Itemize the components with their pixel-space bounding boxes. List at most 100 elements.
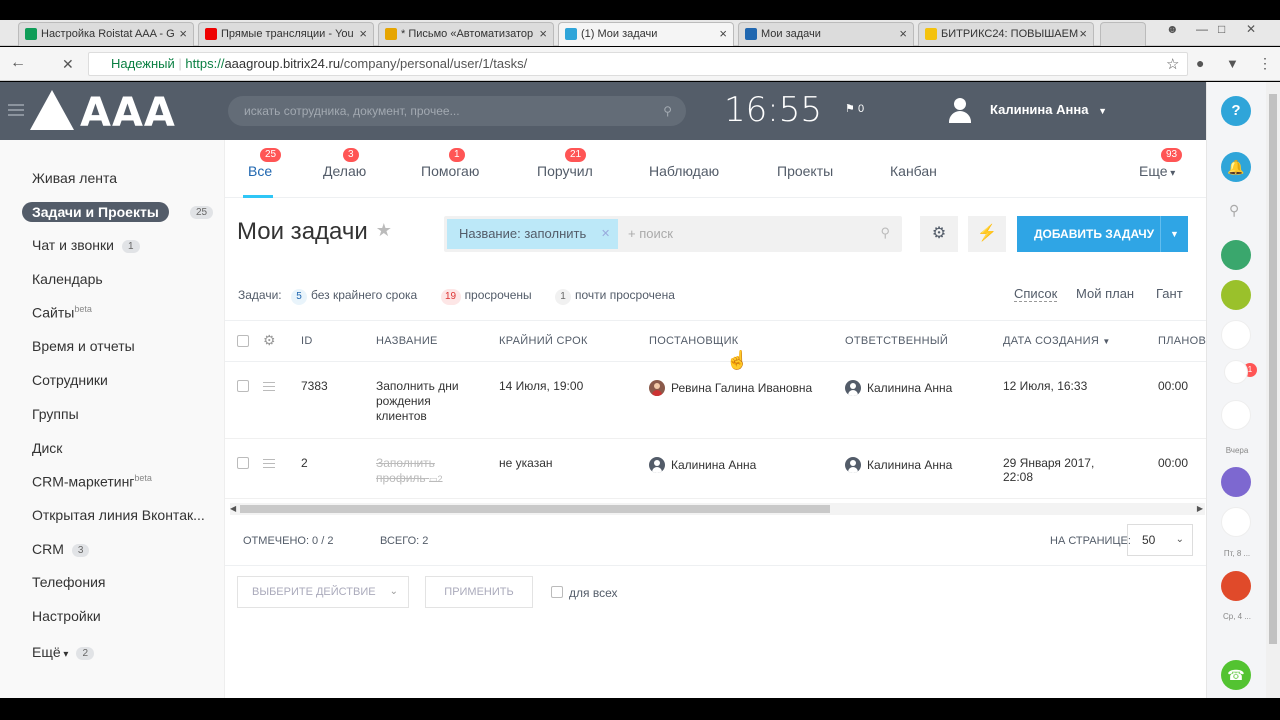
task-creator[interactable]: Ревина Галина Ивановна [649, 380, 812, 396]
add-task-button[interactable]: ДОБАВИТЬ ЗАДАЧУ ▼ [1017, 216, 1188, 252]
view-my-plan[interactable]: Мой план [1076, 286, 1134, 301]
filter-bar[interactable]: Название: заполнить ✕ + поиск ⚲ [444, 216, 902, 252]
column-created-date[interactable]: ДАТА СОЗДАНИЯ ▼ [1003, 335, 1111, 347]
browser-tab[interactable]: (1) Мои задачи × [558, 22, 734, 46]
column-planned[interactable]: ПЛАНОВ [1158, 335, 1206, 347]
sidebar-item[interactable]: Календарь [32, 271, 103, 287]
settings-button[interactable]: ⚙ [920, 216, 958, 252]
column-responsible[interactable]: ОТВЕТСТВЕННЫЙ [845, 335, 948, 347]
scroll-left-icon[interactable]: ◀ [230, 503, 236, 515]
recent-contact-avatar[interactable] [1221, 467, 1251, 497]
close-tab-icon[interactable]: × [899, 23, 907, 45]
task-responsible[interactable]: Калинина Анна [845, 457, 952, 473]
row-checkbox[interactable] [237, 457, 249, 469]
tab-item[interactable]: Делаю 3 [323, 148, 366, 179]
drag-handle-icon[interactable] [263, 459, 275, 468]
close-tab-icon[interactable]: × [359, 23, 367, 45]
browser-tab[interactable]: Мои задачи × [738, 22, 914, 46]
global-search-input[interactable]: искать сотрудника, документ, прочее... ⚲ [228, 96, 686, 126]
download-icon[interactable]: ▼ [1226, 56, 1239, 71]
almost-overdue-count[interactable]: 1 [555, 289, 572, 305]
task-responsible[interactable]: Калинина Анна [845, 380, 952, 396]
tab-item[interactable]: Поручил 21 [537, 148, 593, 179]
close-tab-icon[interactable]: × [539, 23, 547, 45]
sidebar-item[interactable]: Настройки [32, 608, 101, 624]
sidebar-item[interactable]: Время и отчеты [32, 338, 135, 354]
user-menu[interactable]: Калинина Анна ▼ [948, 96, 1107, 125]
sidebar-item[interactable]: Живая лента [32, 170, 117, 186]
browser-tab[interactable]: БИТРИКС24: ПОВЫШАЕМ × [918, 22, 1094, 46]
tab-item[interactable]: Все 25 [248, 148, 282, 179]
select-all-checkbox[interactable] [237, 335, 249, 347]
task-deadline[interactable]: не указан [499, 456, 553, 470]
sidebar-item[interactable]: Ещё ▾ 2 [32, 644, 95, 660]
phone-icon[interactable]: ☎ [1221, 660, 1251, 690]
scroll-right-icon[interactable]: ▶ [1197, 503, 1203, 515]
no-deadline-count[interactable]: 5 [290, 289, 307, 305]
notifications-bell-icon[interactable]: 🔔 [1221, 152, 1251, 182]
table-row[interactable]: 7383 Заполнить дни рождения клиентов 14 … [225, 362, 1206, 439]
contact-search-icon[interactable]: ⚲ [1229, 202, 1239, 219]
apply-button[interactable]: ПРИМЕНИТЬ [425, 576, 533, 608]
maximize-icon[interactable]: □ [1218, 22, 1225, 36]
filter-chip[interactable]: Название: заполнить ✕ [447, 219, 619, 249]
for-all-checkbox[interactable] [551, 586, 563, 598]
scroll-thumb[interactable] [240, 505, 830, 513]
task-creator[interactable]: Калинина Анна [649, 457, 756, 473]
close-tab-icon[interactable]: × [179, 23, 187, 45]
sidebar-item[interactable]: Чат и звонки 1 [32, 237, 140, 253]
recent-contact-avatar[interactable] [1221, 400, 1251, 430]
profile-icon[interactable]: ☻ [1166, 22, 1179, 36]
sidebar-item[interactable]: CRM 3 [32, 541, 90, 557]
filter-search-input[interactable]: + поиск [628, 216, 673, 252]
menu-burger-icon[interactable] [8, 104, 24, 116]
overdue-label[interactable]: просрочены [465, 288, 532, 302]
favorite-star-icon[interactable]: ★ [376, 220, 392, 240]
sidebar-item[interactable]: Сотрудники [32, 372, 108, 388]
sidebar-item[interactable]: Задачи и Проекты 25 [22, 202, 214, 222]
minimize-icon[interactable]: — [1196, 22, 1208, 36]
column-id[interactable]: ID [301, 335, 313, 347]
page-scroll-thumb[interactable] [1269, 94, 1277, 644]
sidebar-item[interactable]: Группы [32, 406, 79, 422]
view-gantt[interactable]: Гант [1156, 286, 1183, 301]
close-tab-icon[interactable]: × [1079, 23, 1087, 45]
tab-item[interactable]: Помогаю 1 [421, 148, 479, 179]
for-all-option[interactable]: для всех [551, 586, 618, 600]
robots-button[interactable]: ⚡ [968, 216, 1006, 252]
overdue-count[interactable]: 19 [440, 289, 461, 305]
clock[interactable]: 16:55 [724, 90, 822, 130]
sidebar-item[interactable]: Открытая линия Вконтак... [32, 507, 205, 523]
sidebar-item[interactable]: Сайтыbeta [32, 304, 92, 321]
recent-contact-avatar[interactable] [1221, 240, 1251, 270]
recent-contact-avatar[interactable] [1221, 320, 1251, 350]
page-scrollbar[interactable] [1266, 82, 1280, 698]
reload-icon[interactable]: ✕ [62, 56, 74, 73]
filter-search-icon[interactable]: ⚲ [880, 225, 890, 241]
company-logo[interactable]: AAA [30, 90, 176, 136]
almost-overdue-label[interactable]: почти просрочена [575, 288, 675, 302]
column-settings-gear-icon[interactable]: ⚙ [263, 332, 276, 349]
column-title[interactable]: НАЗВАНИЕ [376, 335, 438, 347]
task-deadline[interactable]: 14 Июля, 19:00 [499, 379, 583, 393]
sidebar-item[interactable]: CRM-маркетингbeta [32, 473, 152, 490]
view-list[interactable]: Список [1014, 286, 1058, 302]
group-action-select[interactable]: ВЫБЕРИТЕ ДЕЙСТВИЕ ⌄ [237, 576, 409, 608]
recent-contact-avatar[interactable] [1221, 571, 1251, 601]
table-row[interactable]: 2 Заполнить профиль ▭2 не указан Калинин… [225, 439, 1206, 499]
sidebar-item[interactable]: Диск [32, 440, 62, 456]
task-title-link[interactable]: Заполнить дни рождения клиентов [376, 379, 476, 424]
bookmark-star-icon[interactable]: ☆ [1166, 55, 1179, 73]
browser-menu-icon[interactable]: ⋮ [1258, 55, 1272, 72]
column-deadline[interactable]: КРАЙНИЙ СРОК [499, 335, 588, 347]
close-tab-icon[interactable]: × [719, 23, 727, 45]
back-icon[interactable]: ← [10, 54, 26, 72]
recent-contact-avatar[interactable] [1221, 280, 1251, 310]
tab-item[interactable]: Проекты [777, 163, 833, 179]
browser-tab[interactable]: Прямые трансляции - You × [198, 22, 374, 46]
browser-tab[interactable]: Настройка Roistat AAA - G × [18, 22, 194, 46]
recent-contact-avatar[interactable] [1221, 507, 1251, 537]
horizontal-scrollbar[interactable]: ◀ ▶ [230, 503, 1205, 515]
extension-icon[interactable]: ● [1196, 55, 1204, 71]
row-checkbox[interactable] [237, 380, 249, 392]
